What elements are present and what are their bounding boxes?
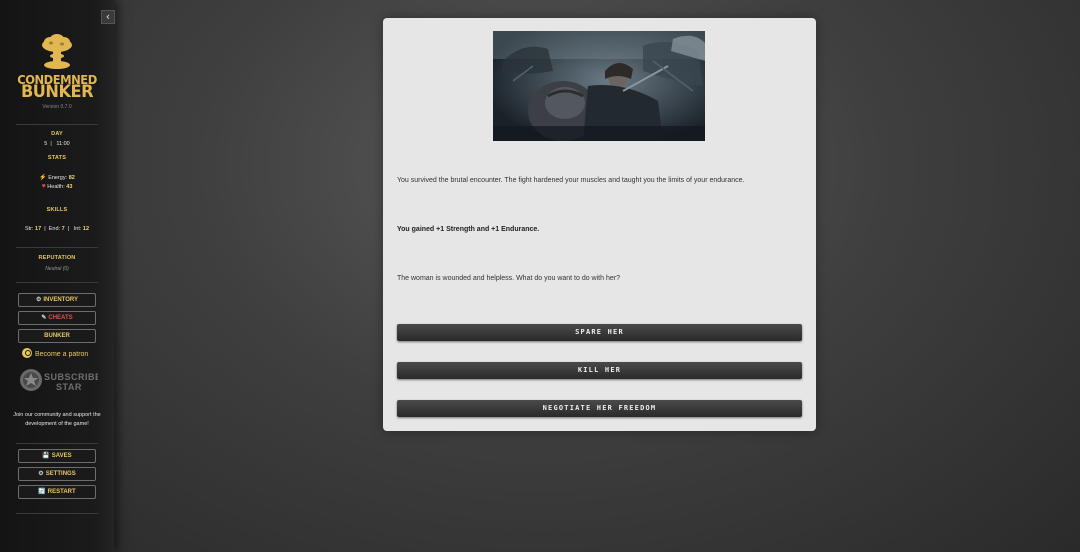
- separator: |: [66, 226, 73, 232]
- gear-icon: ⚙: [38, 471, 44, 477]
- day-number: 5: [44, 141, 48, 147]
- restart-label: RESTART: [47, 489, 76, 495]
- saves-label: SAVES: [51, 453, 72, 459]
- heart-icon: ♥: [41, 183, 46, 190]
- separator: |: [42, 226, 48, 232]
- chevron-left-icon: ‹: [105, 10, 111, 23]
- divider: [16, 124, 98, 125]
- restart-icon: 🔄: [38, 489, 46, 495]
- energy-stat: ⚡ Energy: 82: [0, 174, 114, 181]
- str-label: Str:: [24, 226, 34, 232]
- skills-title: SKILLS: [46, 207, 68, 213]
- negotiate-her-freedom-button[interactable]: NEGOTIATE HER FREEDOM: [397, 400, 802, 417]
- int-label: Int:: [73, 226, 82, 232]
- energy-label: Energy:: [48, 175, 68, 181]
- subscribestar-line1: SUBSCRIBE: [44, 372, 98, 382]
- subscribestar-logo[interactable]: SUBSCRIBE STAR: [18, 367, 98, 395]
- health-value: 43: [66, 184, 73, 190]
- kill-her-button[interactable]: KILL HER: [397, 362, 802, 379]
- sidebar: ‹ CONDEMNED BUNKER Version 0.7.0 DAY 5 |…: [0, 0, 115, 552]
- patron-label: Become a patron: [35, 351, 89, 358]
- scene-image: [493, 31, 705, 141]
- collapse-sidebar-button[interactable]: ‹: [101, 10, 115, 24]
- spare-her-button[interactable]: SPARE HER: [397, 324, 802, 341]
- divider: [16, 282, 98, 283]
- mushroom-cloud-icon: [42, 34, 72, 69]
- cheats-label: CHEATS: [48, 315, 73, 321]
- reputation-value: Neutral (0): [45, 266, 69, 272]
- become-patron-link[interactable]: Become a patron: [22, 348, 92, 361]
- settings-label: SETTINGS: [45, 471, 76, 477]
- divider: [16, 247, 98, 248]
- logo-title-line2: BUNKER: [20, 82, 94, 102]
- saves-button[interactable]: 💾 SAVES: [18, 449, 96, 463]
- str-value: 17: [35, 226, 42, 232]
- inventory-button[interactable]: ⚙ INVENTORY: [18, 293, 96, 307]
- settings-button[interactable]: ⚙ SETTINGS: [18, 467, 96, 481]
- story-panel: You survived the brutal encounter. The f…: [383, 18, 816, 431]
- day-time-readout: 5 | 11:00: [0, 141, 114, 147]
- version-label: Version 0.7.0: [42, 104, 72, 110]
- int-value: 12: [82, 226, 90, 232]
- health-stat: ♥ Health: 43: [0, 183, 114, 190]
- time-value: 11:00: [56, 141, 70, 147]
- gear-icon: ⚙: [35, 297, 42, 303]
- divider: [16, 513, 98, 514]
- divider: [16, 443, 98, 444]
- restart-button[interactable]: 🔄 RESTART: [18, 485, 96, 499]
- separator: |: [48, 141, 55, 147]
- story-paragraph-1: You survived the brutal encounter. The f…: [397, 177, 745, 184]
- end-label: End:: [48, 226, 61, 232]
- day-title: DAY: [51, 131, 63, 137]
- inventory-label: INVENTORY: [43, 297, 79, 303]
- patreon-icon: [22, 348, 32, 359]
- health-label: Health:: [47, 184, 65, 190]
- floppy-disk-icon: 💾: [42, 453, 50, 459]
- battle-scene-illustration: [493, 31, 705, 141]
- energy-value: 82: [68, 175, 75, 181]
- bunker-button[interactable]: BUNKER: [18, 329, 96, 343]
- story-paragraph-2: You gained +1 Strength and +1 Endurance.: [397, 226, 540, 233]
- subscribestar-line2: STAR: [56, 382, 82, 392]
- community-text: Join our community and support the devel…: [13, 412, 101, 427]
- stats-title: STATS: [47, 155, 67, 161]
- pencil-icon: ✎: [41, 315, 47, 321]
- cheats-button[interactable]: ✎ CHEATS: [18, 311, 96, 325]
- skills-readout: Str: 17 | End: 7 | Int: 12: [0, 226, 114, 232]
- bunker-label: BUNKER: [44, 333, 70, 339]
- story-paragraph-3: The woman is wounded and helpless. What …: [397, 275, 620, 282]
- lightning-icon: ⚡: [39, 175, 47, 181]
- end-value: 7: [61, 226, 65, 232]
- reputation-title: REPUTATION: [38, 255, 76, 261]
